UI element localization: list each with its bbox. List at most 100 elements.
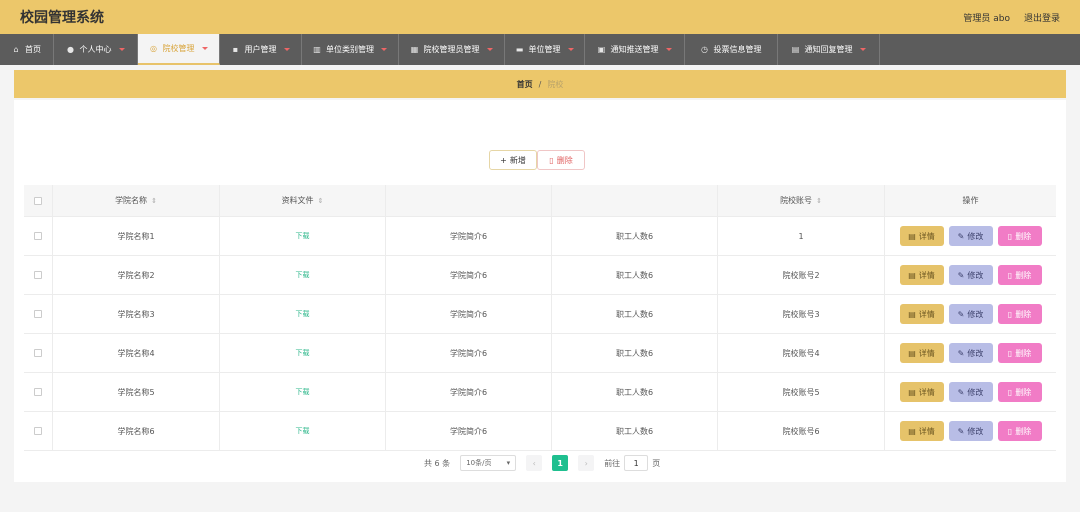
row-select-cell [24,217,53,255]
batch-delete-button[interactable]: ▯ 删除 [537,150,585,170]
nav-item-notify-reply[interactable]: ▤ 通知回复管理 [778,34,880,65]
breadcrumb-home[interactable]: 首页 [517,79,533,90]
download-link[interactable]: 下载 [296,387,310,397]
goto-page-input[interactable]: 1 [624,455,649,471]
edit-icon: ✎ [957,387,965,397]
header-account[interactable]: 院校账号 ⇕ [718,185,885,216]
edit-icon: ✎ [957,348,965,358]
college-name-cell: 学院名称3 [53,295,220,333]
edit-button[interactable]: ✎ 修改 [948,265,993,285]
download-link[interactable]: 下载 [296,270,310,280]
chevron-down-icon [859,48,866,51]
nav-item-college-admin[interactable]: ▦ 院校管理员管理 [399,34,505,65]
detail-button[interactable]: ▤ 详情 [899,343,944,363]
intro-cell: 学院简介6 [386,373,552,411]
row-checkbox[interactable] [34,310,42,318]
nav-item-vote[interactable]: ◷ 投票信息管理 [685,34,778,65]
chevron-down-icon: ▾ [506,459,511,467]
staff-cell: 职工人数6 [552,256,718,294]
chevron-down-icon [283,48,290,51]
download-link[interactable]: 下载 [296,309,310,319]
college-name-cell: 学院名称1 [53,217,220,255]
detail-icon: ▤ [908,387,916,397]
edit-button[interactable]: ✎ 修改 [948,421,993,441]
staff-cell: 职工人数6 [552,217,718,255]
nav-item-home[interactable]: ⌂ 首页 [0,34,54,65]
table-row: 学院名称2 下载 学院简介6 职工人数6 院校账号2 ▤ 详情 ✎ 修改 ▯ 删除 [24,256,1056,295]
total-count: 共 6 条 [424,458,451,468]
header-college-name[interactable]: 学院名称 ⇕ [53,185,220,216]
table-row: 学院名称3 下载 学院简介6 职工人数6 院校账号3 ▤ 详情 ✎ 修改 ▯ 删除 [24,295,1056,334]
actions-cell: ▤ 详情 ✎ 修改 ▯ 删除 [885,412,1056,450]
edit-button[interactable]: ✎ 修改 [948,304,993,324]
row-checkbox[interactable] [34,349,42,357]
delete-button[interactable]: ▯ 删除 [997,304,1042,324]
table-header: 学院名称 ⇕ 资料文件 ⇕ 院校账号 ⇕ 操作 [24,185,1056,217]
table-row: 学院名称1 下载 学院简介6 职工人数6 1 ▤ 详情 ✎ 修改 ▯ 删除 [24,217,1056,256]
sort-icon: ⇕ [151,196,157,205]
edit-button[interactable]: ✎ 修改 [948,382,993,402]
nav-item-profile[interactable]: ● 个人中心 [54,34,138,65]
download-link[interactable]: 下载 [296,231,310,241]
trash-icon: ▯ [1007,231,1013,241]
file-cell: 下载 [220,256,386,294]
next-page-button[interactable]: › [578,455,595,471]
plus-icon: + [500,155,507,165]
nav-item-college[interactable]: ◎ 院校管理 [138,34,220,65]
download-link[interactable]: 下载 [296,426,310,436]
detail-button[interactable]: ▤ 详情 [899,304,944,324]
detail-button[interactable]: ▤ 详情 [899,421,944,441]
row-checkbox[interactable] [34,388,42,396]
chevron-down-icon [665,48,672,51]
detail-button[interactable]: ▤ 详情 [899,226,944,246]
delete-button[interactable]: ▯ 删除 [997,226,1042,246]
clock-icon: ◷ [701,44,708,54]
file-cell: 下载 [220,295,386,333]
detail-icon: ▤ [908,309,916,319]
actions-cell: ▤ 详情 ✎ 修改 ▯ 删除 [885,256,1056,294]
edit-button[interactable]: ✎ 修改 [948,226,993,246]
prev-page-button[interactable]: ‹ [526,455,543,471]
select-all-checkbox[interactable] [34,196,42,205]
header-intro [386,185,552,216]
detail-icon: ▤ [908,426,916,436]
delete-button[interactable]: ▯ 删除 [997,382,1042,402]
delete-button[interactable]: ▯ 删除 [997,343,1042,363]
file-cell: 下载 [220,373,386,411]
logout-link[interactable]: 退出登录 [1024,11,1060,24]
nav-item-unit[interactable]: ▬ 单位管理 [505,34,585,65]
pagination: 共 6 条 10条/页 ▾ ‹ 1 › 前往 1 页 [424,455,660,471]
intro-cell: 学院简介6 [386,295,552,333]
staff-cell: 职工人数6 [552,373,718,411]
trash-icon: ▯ [1007,387,1013,397]
detail-button[interactable]: ▤ 详情 [899,382,944,402]
edit-icon: ✎ [957,426,965,436]
select-all-cell [24,185,53,216]
page-number-current[interactable]: 1 [552,455,569,471]
detail-icon: ▤ [908,270,916,280]
edit-icon: ✎ [957,231,965,241]
college-name-cell: 学院名称4 [53,334,220,372]
image-icon: ▣ [597,44,606,54]
trash-icon: ▯ [1007,270,1013,280]
account-cell: 院校账号3 [718,295,885,333]
add-button[interactable]: + 新增 [489,150,537,170]
row-checkbox[interactable] [34,427,42,435]
detail-button[interactable]: ▤ 详情 [899,265,944,285]
chevron-down-icon [567,48,574,51]
header-file[interactable]: 资料文件 ⇕ [220,185,386,216]
download-link[interactable]: 下载 [296,348,310,358]
nav-item-notify-push[interactable]: ▣ 通知推送管理 [585,34,685,65]
edit-button[interactable]: ✎ 修改 [948,343,993,363]
row-checkbox[interactable] [34,232,42,240]
table-row: 学院名称4 下载 学院简介6 职工人数6 院校账号4 ▤ 详情 ✎ 修改 ▯ 删除 [24,334,1056,373]
page-size-select[interactable]: 10条/页 ▾ [460,455,517,471]
delete-button[interactable]: ▯ 删除 [997,265,1042,285]
nav-item-unit-category[interactable]: ▥ 单位类别管理 [302,34,399,65]
nav-item-users[interactable]: ▪ 用户管理 [220,34,302,65]
delete-button[interactable]: ▯ 删除 [997,421,1042,441]
user-icon: ● [67,44,74,54]
row-checkbox[interactable] [34,271,42,279]
chevron-down-icon [486,48,493,51]
intro-cell: 学院简介6 [386,412,552,450]
